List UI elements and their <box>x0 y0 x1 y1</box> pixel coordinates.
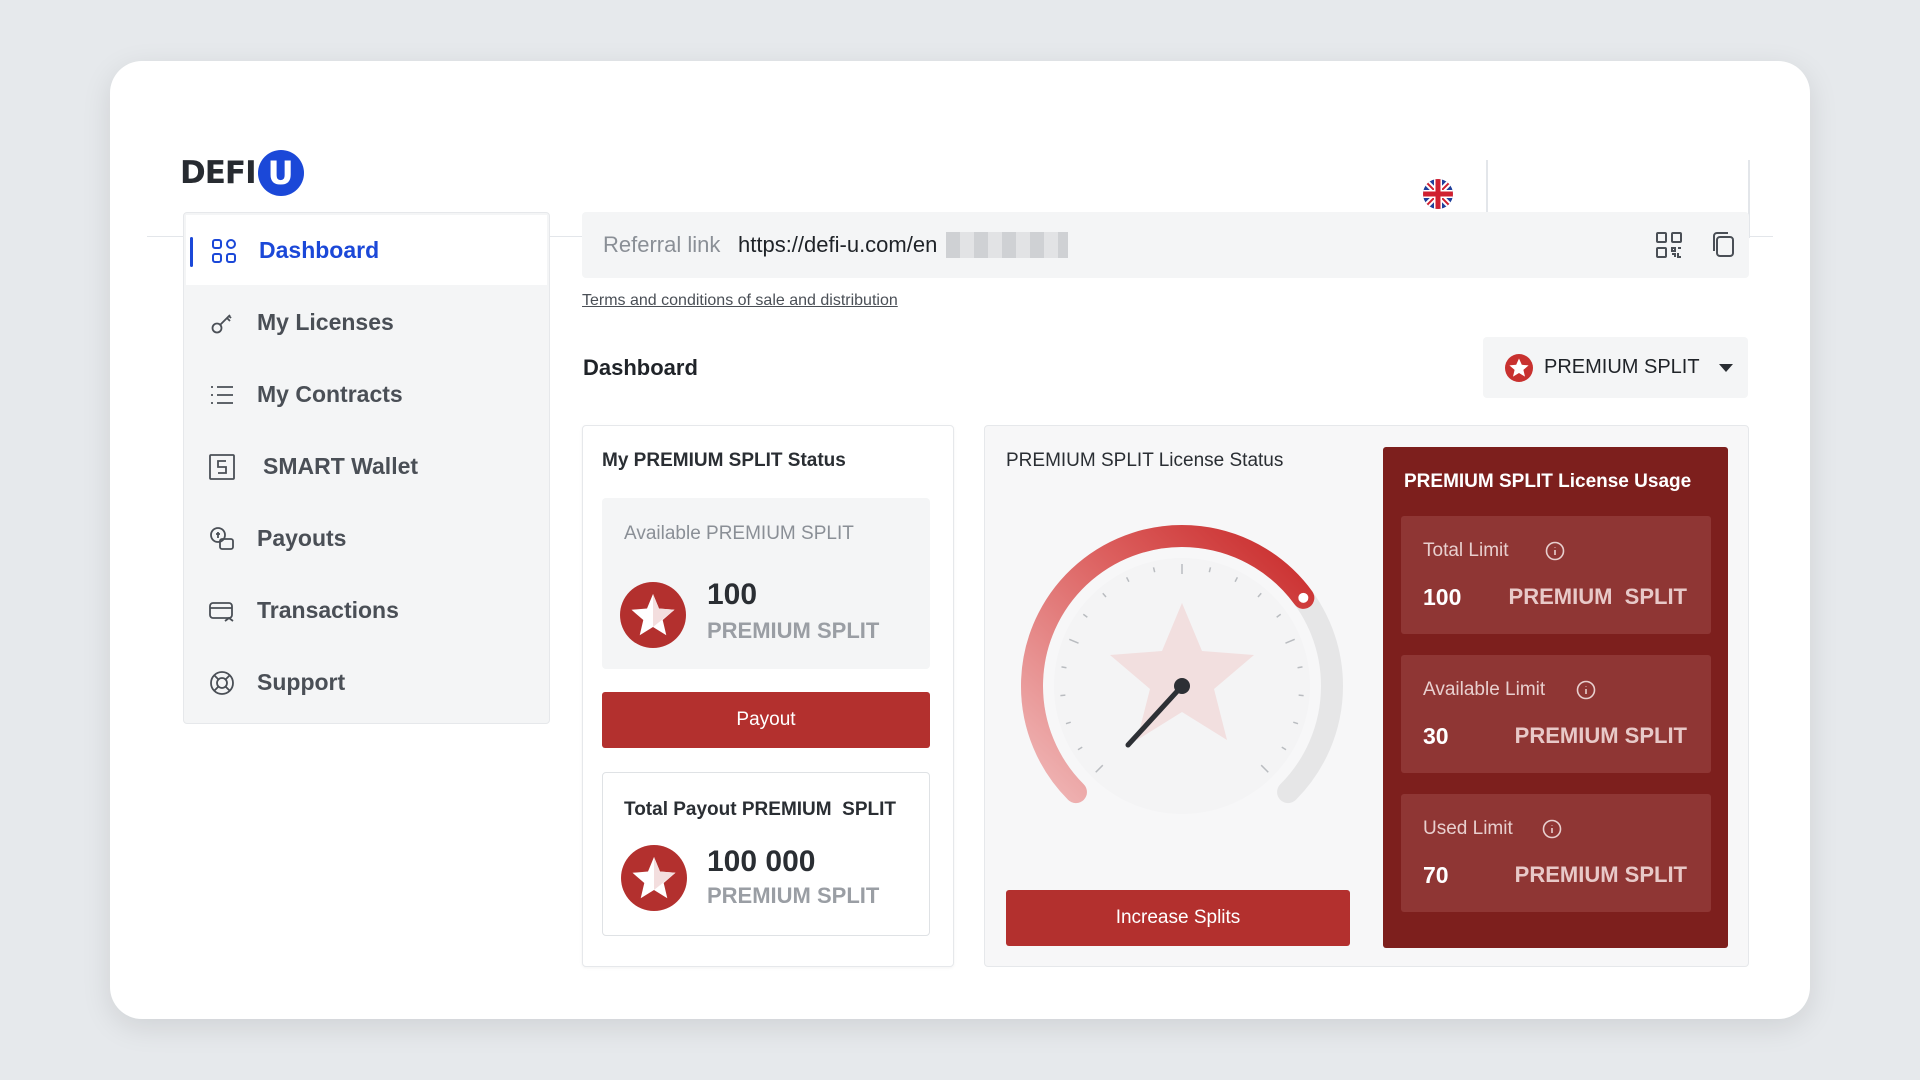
star-badge-icon <box>1505 354 1533 382</box>
active-indicator <box>190 237 193 267</box>
card-icon <box>209 602 234 622</box>
info-icon[interactable] <box>1576 680 1596 700</box>
total-limit-label: Total Limit <box>1423 540 1509 561</box>
used-limit-value: 70 <box>1423 862 1449 888</box>
info-icon[interactable] <box>1545 541 1565 561</box>
sidebar-item-label: My Licenses <box>257 308 394 335</box>
available-value: 100 <box>707 578 758 611</box>
total-payout-unit: PREMIUM SPLIT <box>707 883 880 908</box>
used-limit-label: Used Limit <box>1423 818 1513 839</box>
grid-icon <box>212 239 236 263</box>
license-status-card: PREMIUM SPLIT License Status Increase Sp… <box>984 425 1749 967</box>
sidebar-item-label: Support <box>257 668 346 695</box>
sidebar-item-smart-wallet[interactable]: SMART Wallet <box>184 431 548 501</box>
qr-code-icon[interactable] <box>1655 231 1683 259</box>
sidebar: Dashboard My Licenses My Contracts SMART… <box>183 212 550 724</box>
sidebar-item-my-contracts[interactable]: My Contracts <box>184 359 548 429</box>
license-usage-title: PREMIUM SPLIT License Usage <box>1404 471 1692 492</box>
sidebar-item-label: Transactions <box>257 596 399 623</box>
gauge-end-dot <box>1298 592 1309 603</box>
chevron-down-icon <box>1719 364 1733 372</box>
key-icon <box>211 314 232 334</box>
available-limit-value: 30 <box>1423 723 1449 749</box>
lifebuoy-icon <box>210 671 234 695</box>
increase-splits-button[interactable]: Increase Splits <box>1006 890 1350 946</box>
sidebar-item-transactions[interactable]: Transactions <box>184 575 548 645</box>
total-payout-value: 100 000 <box>707 845 816 878</box>
used-limit-box: Used Limit 70 PREMIUM SPLIT <box>1401 794 1711 912</box>
status-card: My PREMIUM SPLIT Status Available PREMIU… <box>582 425 954 967</box>
referral-label: Referral link <box>603 232 721 257</box>
referral-link-box: Referral link https://defi-u.com/en <box>582 212 1749 278</box>
total-payout-box: Total Payout PREMIUM SPLIT 100 000 PREMI… <box>602 772 930 936</box>
logo-text: DEFI <box>180 155 257 191</box>
payout-button[interactable]: Payout <box>602 692 930 748</box>
main-card: DEFI U Dashboard My Licenses My Contract… <box>110 61 1810 1019</box>
available-box: Available PREMIUM SPLIT 100 PREMIUM SPLI… <box>602 498 930 669</box>
product-select[interactable]: PREMIUM SPLIT <box>1483 337 1748 398</box>
star-badge-icon <box>620 582 686 648</box>
sidebar-item-label: Dashboard <box>259 236 380 263</box>
available-limit-label: Available Limit <box>1423 679 1546 700</box>
license-gauge <box>1021 525 1343 814</box>
gauge-tick <box>1061 666 1067 669</box>
coins-icon <box>210 527 234 550</box>
gauge-tick <box>1297 666 1303 669</box>
available-limit-box: Available Limit 30 PREMIUM SPLIT <box>1401 655 1711 773</box>
total-payout-label: Total Payout PREMIUM SPLIT <box>624 799 896 820</box>
license-status-title: PREMIUM SPLIT License Status <box>1006 450 1284 471</box>
sidebar-item-label: Payouts <box>257 524 347 551</box>
logo[interactable]: DEFI U <box>180 150 304 196</box>
logo-badge: U <box>257 150 304 196</box>
sidebar-item-support[interactable]: Support <box>184 647 548 717</box>
page-title: Dashboard <box>583 355 698 380</box>
list-icon <box>211 386 233 404</box>
product-select-value: PREMIUM SPLIT <box>1544 356 1700 378</box>
sidebar-item-my-licenses[interactable]: My Licenses <box>184 287 548 357</box>
terms-link[interactable]: Terms and conditions of sale and distrib… <box>582 292 898 310</box>
status-card-title: My PREMIUM SPLIT Status <box>602 450 846 471</box>
license-usage-panel: PREMIUM SPLIT License Usage Total Limit … <box>1383 447 1728 948</box>
sidebar-item-label: SMART Wallet <box>263 452 419 479</box>
total-limit-value: 100 <box>1423 584 1462 610</box>
available-limit-unit: PREMIUM SPLIT <box>1514 723 1687 748</box>
total-limit-unit: PREMIUM SPLIT <box>1508 584 1687 609</box>
available-unit: PREMIUM SPLIT <box>707 618 880 643</box>
star-badge-icon <box>621 845 687 911</box>
uk-flag-icon[interactable] <box>1423 179 1453 209</box>
sidebar-item-payouts[interactable]: Payouts <box>184 503 548 573</box>
wallet-icon <box>209 454 235 480</box>
referral-code-redacted <box>946 232 1068 258</box>
used-limit-unit: PREMIUM SPLIT <box>1514 862 1687 887</box>
referral-link-value[interactable]: https://defi-u.com/en <box>738 232 937 258</box>
info-icon[interactable] <box>1542 819 1562 839</box>
copy-icon[interactable] <box>1710 231 1736 259</box>
sidebar-item-dashboard[interactable]: Dashboard <box>186 215 547 285</box>
sidebar-item-label: My Contracts <box>257 380 403 407</box>
available-label: Available PREMIUM SPLIT <box>624 523 854 544</box>
total-limit-box: Total Limit 100 PREMIUM SPLIT <box>1401 516 1711 634</box>
